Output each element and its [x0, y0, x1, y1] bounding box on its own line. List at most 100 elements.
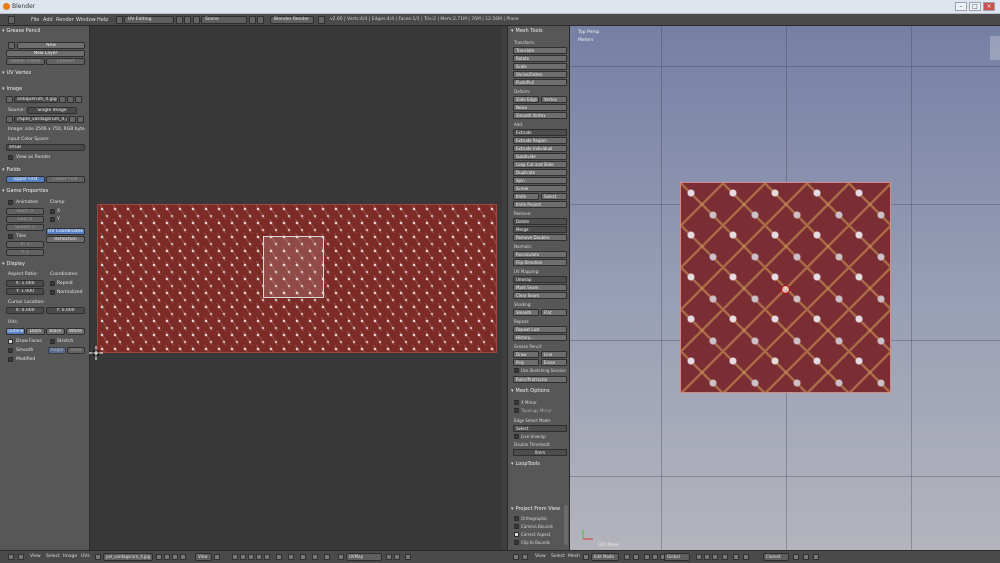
add-scene-icon[interactable]	[249, 16, 256, 24]
uv-image-new-icon[interactable]	[164, 554, 170, 560]
3d-menu-collapse-icon[interactable]	[522, 554, 528, 560]
scene-icon[interactable]	[193, 16, 200, 24]
rotate-button[interactable]: Rotate	[513, 55, 567, 62]
delete-frame-button[interactable]: Delete Frame	[6, 58, 45, 65]
project-from-view-header[interactable]: Project From View	[511, 505, 568, 513]
uv-menu-collapse-icon[interactable]	[18, 554, 24, 560]
image-new-icon[interactable]	[67, 96, 74, 103]
extrude-region-button[interactable]: Extrude Region	[513, 137, 567, 144]
image-header[interactable]: Image	[2, 85, 88, 93]
shrink-fatten-button[interactable]: Shrink/Fatten	[513, 71, 567, 78]
uv-vertex-header[interactable]: UV Vertex	[2, 69, 88, 77]
unwrap-select[interactable]: Unwrap	[513, 276, 567, 283]
tiles-x-field[interactable]: X: 1	[6, 241, 44, 248]
screen-layout-icon[interactable]	[116, 16, 123, 24]
snap-element-select[interactable]: Closest	[763, 553, 789, 561]
3d-menu-mesh[interactable]: Mesh	[568, 554, 580, 559]
grease-pencil-new-button[interactable]: New	[17, 42, 85, 49]
uv-coordinates-button[interactable]: UV Coordinates	[46, 228, 85, 235]
translate-button[interactable]: Translate	[513, 47, 567, 54]
3d-menu-view[interactable]: View	[535, 554, 546, 559]
camera-bounds-checkbox[interactable]	[514, 524, 519, 529]
mode-select[interactable]: Edit Mode	[591, 553, 619, 561]
orthographic-checkbox[interactable]	[514, 516, 519, 521]
smooth-checkbox[interactable]	[8, 348, 13, 353]
extrude-individual-button[interactable]: Extrude Individual	[513, 145, 567, 152]
uv-menu-select[interactable]: Select	[46, 554, 60, 559]
scale-button[interactable]: Scale	[513, 63, 567, 70]
manipulator-icon[interactable]	[644, 554, 650, 560]
uv-proportional-icon[interactable]	[300, 554, 306, 560]
menu-help[interactable]: Help	[97, 17, 108, 23]
viewport-shading-icon[interactable]	[624, 554, 630, 560]
game-properties-header[interactable]: Game Properties	[2, 187, 88, 195]
slide-edge-button[interactable]: Slide Edge	[513, 96, 539, 103]
recalculate-button[interactable]: Recalculate	[513, 251, 567, 258]
clamp-x-checkbox[interactable]	[50, 209, 55, 214]
history-button[interactable]: History...	[513, 334, 567, 341]
edge-select-mode-select[interactable]: Select	[513, 425, 567, 432]
cursor-y-field[interactable]: Y: 0.000	[46, 307, 85, 314]
extrude-select[interactable]: Extrude	[513, 129, 567, 136]
outline-button[interactable]: Outline	[6, 328, 25, 335]
grease-pencil-header[interactable]: Grease Pencil	[2, 27, 88, 35]
live-unwrap-checkbox[interactable]	[514, 434, 519, 439]
face-select-icon[interactable]	[712, 554, 718, 560]
remove-screen-icon[interactable]	[184, 16, 191, 24]
normalized-checkbox[interactable]	[50, 290, 55, 295]
uv-face-select-icon[interactable]	[256, 554, 262, 560]
knife-button[interactable]: Knife	[513, 193, 539, 200]
menu-add[interactable]: Add	[43, 17, 53, 23]
uv-sync-selection-icon[interactable]	[232, 554, 238, 560]
subdivide-button[interactable]: Subdivide	[513, 153, 567, 160]
pack-icon[interactable]	[6, 116, 13, 123]
menu-render[interactable]: Render	[56, 17, 74, 23]
gp-line-button[interactable]: Line	[541, 351, 567, 358]
translate-manipulator-icon[interactable]	[652, 554, 658, 560]
uv-face-selection[interactable]	[263, 236, 324, 298]
reflection-button[interactable]: Reflection	[46, 236, 85, 243]
mark-seam-button[interactable]: Mark Seam	[513, 284, 567, 291]
uv-pivot-icon[interactable]	[288, 554, 294, 560]
color-space-select[interactable]: sRGB	[6, 144, 85, 151]
dash-button[interactable]: Dash	[26, 328, 45, 335]
pivot-point-icon[interactable]	[633, 554, 639, 560]
smooth-vertex-button[interactable]: Smooth Vertex	[513, 112, 567, 119]
uv-channel-icon[interactable]	[386, 554, 392, 560]
stretch-checkbox[interactable]	[50, 339, 55, 344]
transform-orientation-select[interactable]: Global	[664, 553, 690, 561]
upper-first-button[interactable]: Upper First	[6, 176, 45, 183]
uv-map-field[interactable]: UVMap	[346, 553, 382, 561]
filepath-field[interactable]: //Spel_vardagsrum_4.jpg	[14, 116, 68, 123]
new-layer-button[interactable]: New Layer	[6, 50, 85, 57]
mesh-options-header[interactable]: Mesh Options	[511, 387, 568, 395]
uv-image-name-field[interactable]: pel_vardagsrum_4.jpg	[103, 553, 153, 561]
uv-menu-uvs[interactable]: UVs	[81, 554, 90, 559]
limit-selection-icon[interactable]	[722, 554, 728, 560]
opengl-render-icon[interactable]	[813, 554, 819, 560]
loop-cut-button[interactable]: Loop Cut and Slide	[513, 161, 567, 168]
convert-button[interactable]: Convert	[46, 58, 85, 65]
repeat-checkbox[interactable]	[50, 281, 55, 286]
3d-editor-type-icon[interactable]	[513, 554, 519, 560]
scene-field[interactable]: Scene	[201, 16, 247, 24]
gp-poly-button[interactable]: Poly	[513, 359, 539, 366]
clear-seam-button[interactable]: Clear Seam	[513, 292, 567, 299]
clamp-y-checkbox[interactable]	[50, 217, 55, 222]
gp-erase-button[interactable]: Erase	[541, 359, 567, 366]
render-engine-select[interactable]: Blender Render	[270, 16, 314, 24]
close-icon[interactable]: ×	[983, 2, 995, 11]
tiles-checkbox[interactable]	[8, 234, 13, 239]
uv-sticky-mode-icon[interactable]	[276, 554, 282, 560]
screen-layout-field[interactable]: UV Editing	[124, 16, 174, 24]
uv-image-unlink-icon[interactable]	[180, 554, 186, 560]
folder-icon[interactable]	[77, 116, 84, 123]
draw-faces-checkbox[interactable]	[8, 339, 13, 344]
render-preview-icon[interactable]	[803, 554, 809, 560]
repeat-last-button[interactable]: Repeat Last	[513, 326, 567, 333]
uv-map-icon[interactable]	[338, 554, 344, 560]
modified-checkbox[interactable]	[8, 357, 13, 362]
merge-select[interactable]: Merge	[513, 226, 567, 233]
clip-to-bounds-checkbox[interactable]	[514, 540, 519, 545]
reload-icon[interactable]	[69, 116, 76, 123]
